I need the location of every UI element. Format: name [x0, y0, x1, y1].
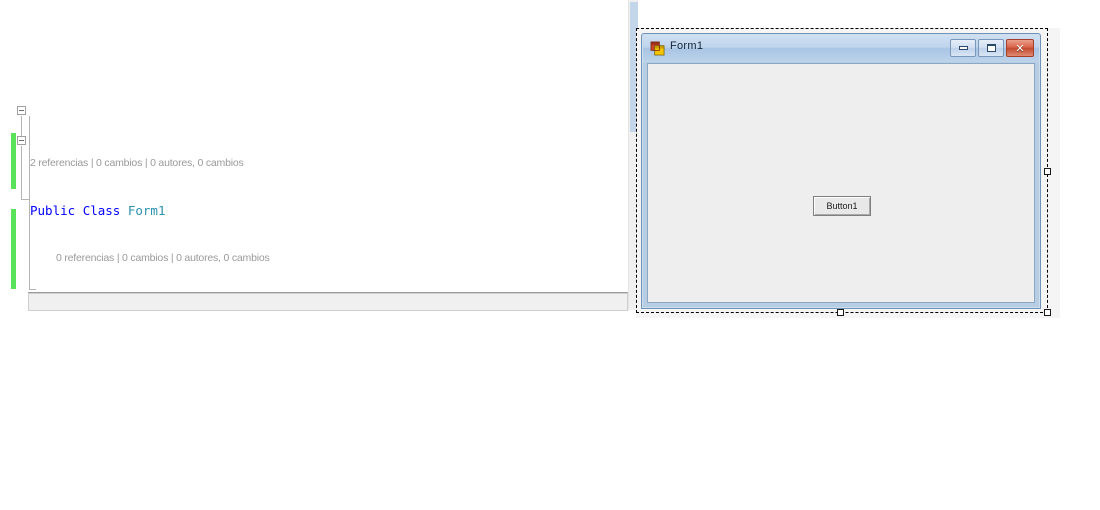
- close-button[interactable]: ✕: [1006, 39, 1034, 57]
- form-button1[interactable]: Button1: [813, 196, 871, 216]
- code-token: Form1: [127, 203, 166, 218]
- resize-handle-right[interactable]: [1044, 168, 1051, 175]
- codelens-sub[interactable]: 0 referencias | 0 cambios | 0 autores, 0…: [30, 251, 628, 266]
- caption-button-group: ✕: [950, 39, 1034, 57]
- vb-form-icon: [650, 41, 665, 56]
- codelens-class[interactable]: 2 referencias | 0 cambios | 0 autores, 0…: [30, 156, 628, 171]
- form1-window[interactable]: Form1 ✕ Button1: [641, 33, 1041, 309]
- maximize-button[interactable]: [978, 39, 1004, 57]
- form-title-text: Form1: [670, 40, 704, 52]
- code-token: Class: [82, 203, 121, 218]
- resize-handle-bottom-right[interactable]: [1044, 309, 1051, 316]
- form-client-area[interactable]: Button1: [647, 63, 1035, 303]
- close-icon: ✕: [1015, 41, 1025, 55]
- minimize-icon: [958, 46, 968, 50]
- outline-guide-foot: [21, 199, 29, 200]
- screen: 2 referencias | 0 cambios | 0 autores, 0…: [0, 0, 1100, 510]
- outline-guide-line: [21, 116, 22, 137]
- code-text[interactable]: 2 referencias | 0 cambios | 0 autores, 0…: [30, 0, 628, 298]
- editor-horizontal-scrollbar[interactable]: [28, 293, 628, 311]
- resize-handle-bottom[interactable]: [837, 309, 844, 316]
- minimize-button[interactable]: [950, 39, 976, 57]
- maximize-icon: [986, 44, 996, 52]
- code-line[interactable]: Public Class Form1: [30, 203, 628, 219]
- outline-guide-line: [21, 146, 22, 200]
- code-token: Public: [30, 203, 76, 218]
- collapse-toggle-class-icon[interactable]: [17, 106, 26, 115]
- code-editor[interactable]: 2 referencias | 0 cambios | 0 autores, 0…: [0, 0, 638, 313]
- collapse-toggle-sub-icon[interactable]: [17, 136, 26, 145]
- editor-surface[interactable]: 2 referencias | 0 cambios | 0 autores, 0…: [0, 0, 628, 298]
- indicator-margin: [0, 0, 16, 298]
- form-title-bar[interactable]: Form1 ✕: [643, 35, 1039, 62]
